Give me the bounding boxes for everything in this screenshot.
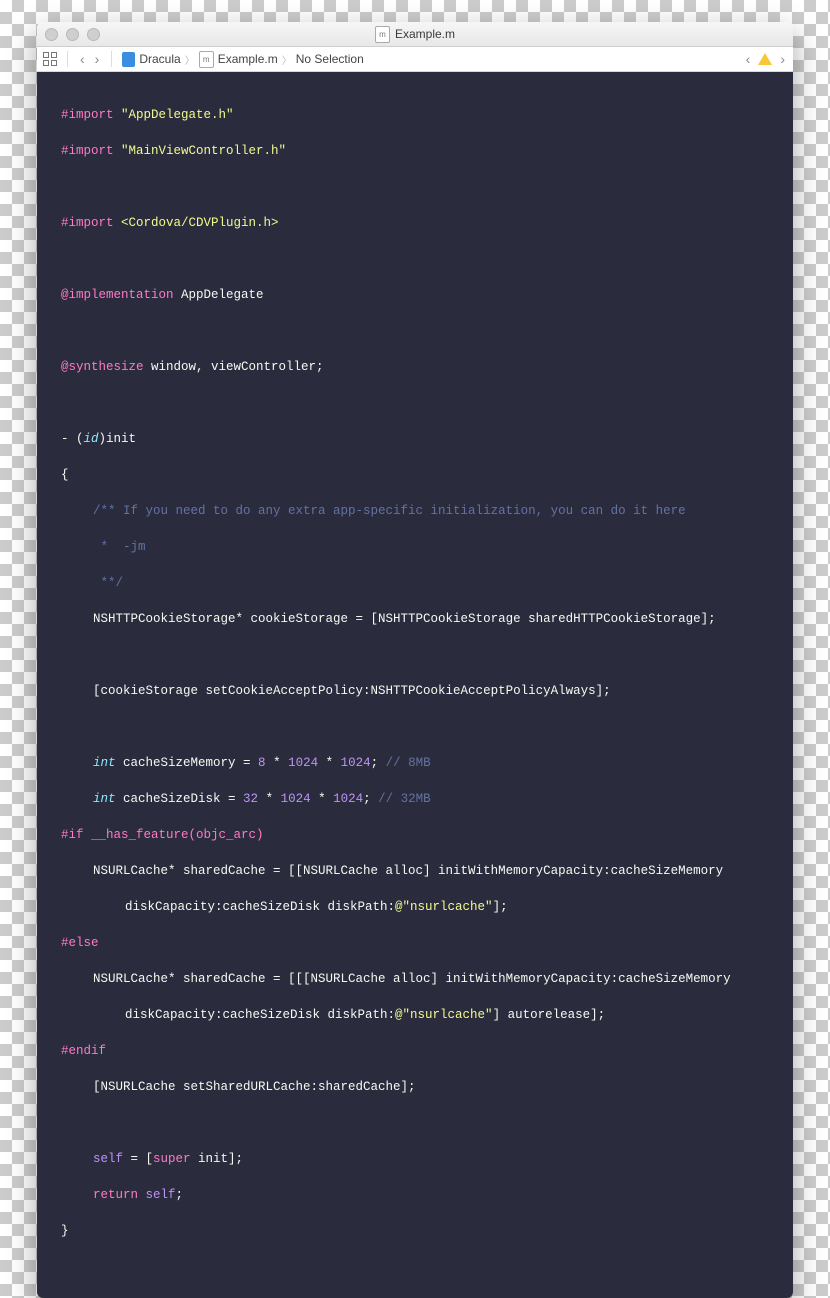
warning-icon[interactable] (758, 53, 772, 65)
nav-back-button[interactable]: ‹ (78, 51, 87, 67)
app-window: m Example.m ‹ › Dracula 〉 m Example.m 〉 … (37, 22, 793, 1298)
traffic-lights (45, 28, 100, 41)
breadcrumb-selection[interactable]: No Selection (296, 52, 364, 66)
window-title-text: Example.m (395, 27, 455, 41)
minimize-button[interactable] (66, 28, 79, 41)
breadcrumb-project[interactable]: Dracula (139, 52, 180, 66)
file-icon: m (375, 26, 390, 43)
separator (67, 51, 68, 67)
window-title: m Example.m (37, 26, 793, 43)
titlebar: m Example.m (37, 22, 793, 47)
jump-bar: ‹ › Dracula 〉 m Example.m 〉 No Selection… (37, 47, 793, 72)
chevron-right-icon: 〉 (282, 52, 292, 67)
related-items-icon[interactable] (43, 52, 57, 66)
nav-forward-button[interactable]: › (93, 51, 102, 67)
breadcrumb[interactable]: Dracula 〉 m Example.m 〉 No Selection (122, 51, 363, 68)
separator (111, 51, 112, 67)
project-icon (122, 52, 135, 67)
close-button[interactable] (45, 28, 58, 41)
nav-prev-issue-button[interactable]: ‹ (744, 51, 753, 67)
chevron-right-icon: 〉 (185, 52, 195, 67)
breadcrumb-file[interactable]: Example.m (218, 52, 278, 66)
zoom-button[interactable] (87, 28, 100, 41)
nav-next-issue-button[interactable]: › (778, 51, 787, 67)
code-editor[interactable]: #import "AppDelegate.h" #import "MainVie… (37, 72, 793, 1298)
file-icon: m (199, 51, 214, 68)
